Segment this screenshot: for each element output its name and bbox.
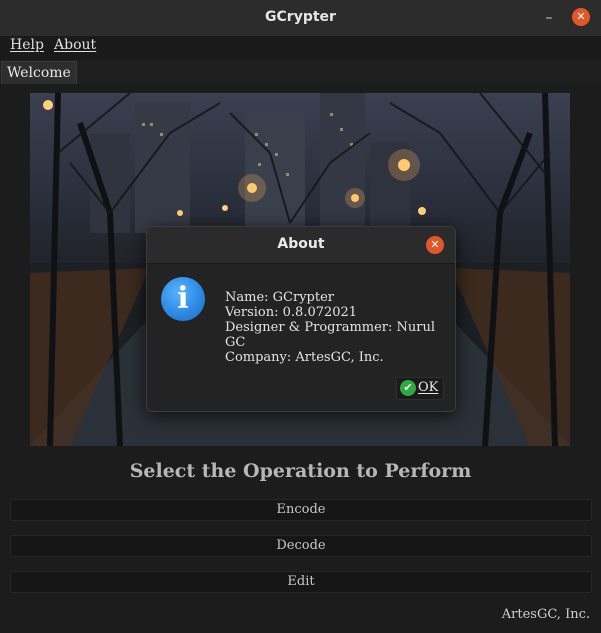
about-info: Name: GCrypter Version: 0.8.072021 Desig… [225,290,455,365]
about-version-line: Version: 0.8.072021 [225,305,358,320]
check-icon: ✔ [400,380,416,396]
window-close-button[interactable]: ✕ [572,8,590,26]
info-icon: i [161,277,205,321]
company-footer: ArtesGC, Inc. [501,607,590,622]
decode-button[interactable]: Decode [10,535,592,557]
about-company-line: Company: ArtesGC, Inc. [225,350,384,365]
menu-about[interactable]: About [54,37,96,53]
operation-heading: Select the Operation to Perform [129,460,472,482]
dialog-close-button[interactable]: ✕ [426,236,444,254]
menu-help[interactable]: Help [10,37,44,53]
ok-button[interactable]: ✔ OK [396,377,444,400]
dialog-titlebar: About ✕ [147,227,455,264]
about-dialog: About ✕ i Name: GCrypter Version: 0.8.07… [146,226,456,412]
ok-label: OK [418,380,439,395]
encode-button[interactable]: Encode [10,499,592,521]
menu-bar: Help About [0,36,601,60]
edit-button[interactable]: Edit [10,571,592,593]
minimize-button[interactable]: – [540,8,558,28]
window-title: GCrypter [265,9,336,25]
about-name-line: Name: GCrypter [225,290,335,305]
tab-bar: Welcome [0,60,601,84]
dialog-title: About [277,236,325,252]
info-glyph: i [177,281,189,316]
tab-welcome[interactable]: Welcome [1,61,77,84]
window-titlebar: GCrypter – ✕ [0,0,601,37]
about-designer-line: Designer & Programmer: Nurul GC [225,320,436,350]
